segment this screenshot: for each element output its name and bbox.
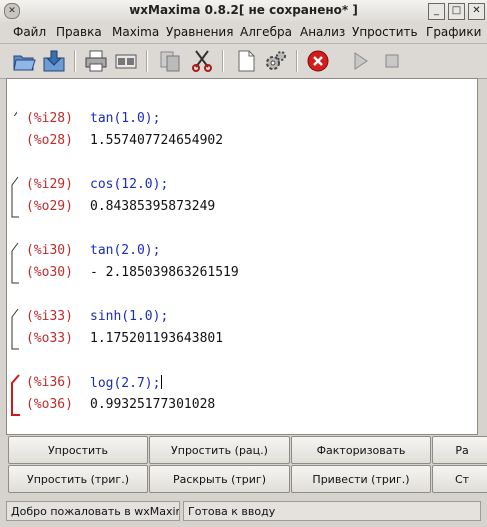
status-state: Готова к вводу bbox=[183, 501, 481, 521]
open-icon[interactable] bbox=[12, 49, 36, 73]
cell-29[interactable]: (%i29) cos(12.0); (%o29) 0.8438539587324… bbox=[7, 175, 477, 219]
output-label: (%o33) bbox=[26, 331, 73, 346]
maximize-button[interactable]: □ bbox=[448, 3, 465, 20]
input-expression[interactable]: tan(2.0); bbox=[90, 243, 160, 258]
minimize-button[interactable]: _ bbox=[428, 3, 445, 20]
output-label: (%o30) bbox=[26, 265, 73, 280]
menu-simplify[interactable]: Упростить bbox=[352, 25, 418, 39]
window-title: wxMaxima 0.8.2[ не сохранено* ] bbox=[129, 3, 358, 17]
simplify-button[interactable]: Упростить bbox=[8, 436, 148, 464]
cell-30[interactable]: (%i30) tan(2.0); (%o30) - 2.185039863261… bbox=[7, 241, 477, 285]
text-cursor bbox=[161, 375, 163, 389]
cut-icon[interactable] bbox=[190, 49, 214, 73]
interrupt-icon[interactable] bbox=[306, 49, 330, 73]
output-label: (%o28) bbox=[26, 133, 73, 148]
input-expression[interactable]: cos(12.0); bbox=[90, 177, 168, 192]
input-expression[interactable]: log(2.7); bbox=[90, 375, 163, 391]
play-icon[interactable] bbox=[348, 49, 372, 73]
print-icon[interactable] bbox=[84, 49, 108, 73]
status-welcome: Добро пожаловать в wxMaxima bbox=[6, 501, 180, 521]
partial-cell bbox=[7, 79, 477, 85]
menu-calculus[interactable]: Анализ bbox=[300, 25, 345, 39]
toolbar bbox=[0, 44, 487, 79]
close-button[interactable]: ✕ bbox=[468, 3, 485, 20]
output-value: 1.557407724654902 bbox=[90, 133, 224, 148]
new-document-icon[interactable] bbox=[234, 49, 258, 73]
input-label: (%i36) bbox=[26, 375, 73, 390]
cell-28[interactable]: (%i28) tan(1.0); (%o28) 1.55740772465490… bbox=[7, 109, 477, 153]
input-expression[interactable]: tan(1.0); bbox=[90, 111, 160, 126]
input-label: (%i29) bbox=[26, 177, 73, 192]
cell-33[interactable]: (%i33) sinh(1.0); (%o33) 1.1752011936438… bbox=[7, 307, 477, 351]
rectform-button-partial[interactable]: Ст bbox=[432, 465, 487, 493]
menu-maxima[interactable]: Maxima bbox=[112, 25, 159, 39]
stop-icon[interactable] bbox=[380, 49, 404, 73]
status-bar: Добро пожаловать в wxMaxima Готова к вво… bbox=[0, 497, 487, 527]
input-label: (%i30) bbox=[26, 243, 73, 258]
simplify-rat-button[interactable]: Упростить (рац.) bbox=[149, 436, 290, 464]
title-bar: ✕ wxMaxima 0.8.2[ не сохранено* ] _ □ ✕ bbox=[0, 0, 487, 23]
output-label: (%o29) bbox=[26, 199, 73, 214]
expand-button-partial[interactable]: Ра bbox=[432, 436, 487, 464]
input-expression[interactable]: sinh(1.0); bbox=[90, 309, 168, 324]
menu-plotting[interactable]: Графики bbox=[426, 25, 481, 39]
menu-file[interactable]: Файл bbox=[13, 25, 46, 39]
output-value: 0.84385395873249 bbox=[90, 199, 216, 214]
expand-trig-button[interactable]: Раскрыть (триг) bbox=[149, 465, 290, 493]
wxmaxima-window: ✕ wxMaxima 0.8.2[ не сохранено* ] _ □ ✕ … bbox=[0, 0, 487, 527]
copy-icon[interactable] bbox=[158, 49, 182, 73]
reduce-trig-button[interactable]: Привести (триг.) bbox=[291, 465, 431, 493]
button-panel: Упростить Упростить (рац.) Факторизовать… bbox=[6, 434, 487, 496]
worksheet[interactable]: (%i28) tan(1.0); (%o28) 1.55740772465490… bbox=[6, 78, 478, 435]
cell-36-active[interactable]: (%i36) log(2.7); (%o36) 0.99325177301028 bbox=[7, 373, 477, 417]
menu-bar: Файл Правка Maxima Уравнения Алгебра Ана… bbox=[0, 22, 487, 44]
settings-icon[interactable] bbox=[264, 49, 288, 73]
output-label: (%o36) bbox=[26, 397, 73, 412]
menu-edit[interactable]: Правка bbox=[56, 25, 102, 39]
menu-equations[interactable]: Уравнения bbox=[166, 25, 233, 39]
input-label: (%i33) bbox=[26, 309, 73, 324]
save-icon[interactable] bbox=[42, 49, 66, 73]
simplify-trig-button[interactable]: Упростить (триг.) bbox=[8, 465, 148, 493]
factor-button[interactable]: Факторизовать bbox=[291, 436, 431, 464]
input-label: (%i28) bbox=[26, 111, 73, 126]
preferences-icon[interactable] bbox=[114, 49, 138, 73]
output-value: - 2.185039863261519 bbox=[90, 265, 239, 280]
menu-algebra[interactable]: Алгебра bbox=[240, 25, 292, 39]
output-value: 1.175201193643801 bbox=[90, 331, 224, 346]
output-value: 0.99325177301028 bbox=[90, 397, 216, 412]
